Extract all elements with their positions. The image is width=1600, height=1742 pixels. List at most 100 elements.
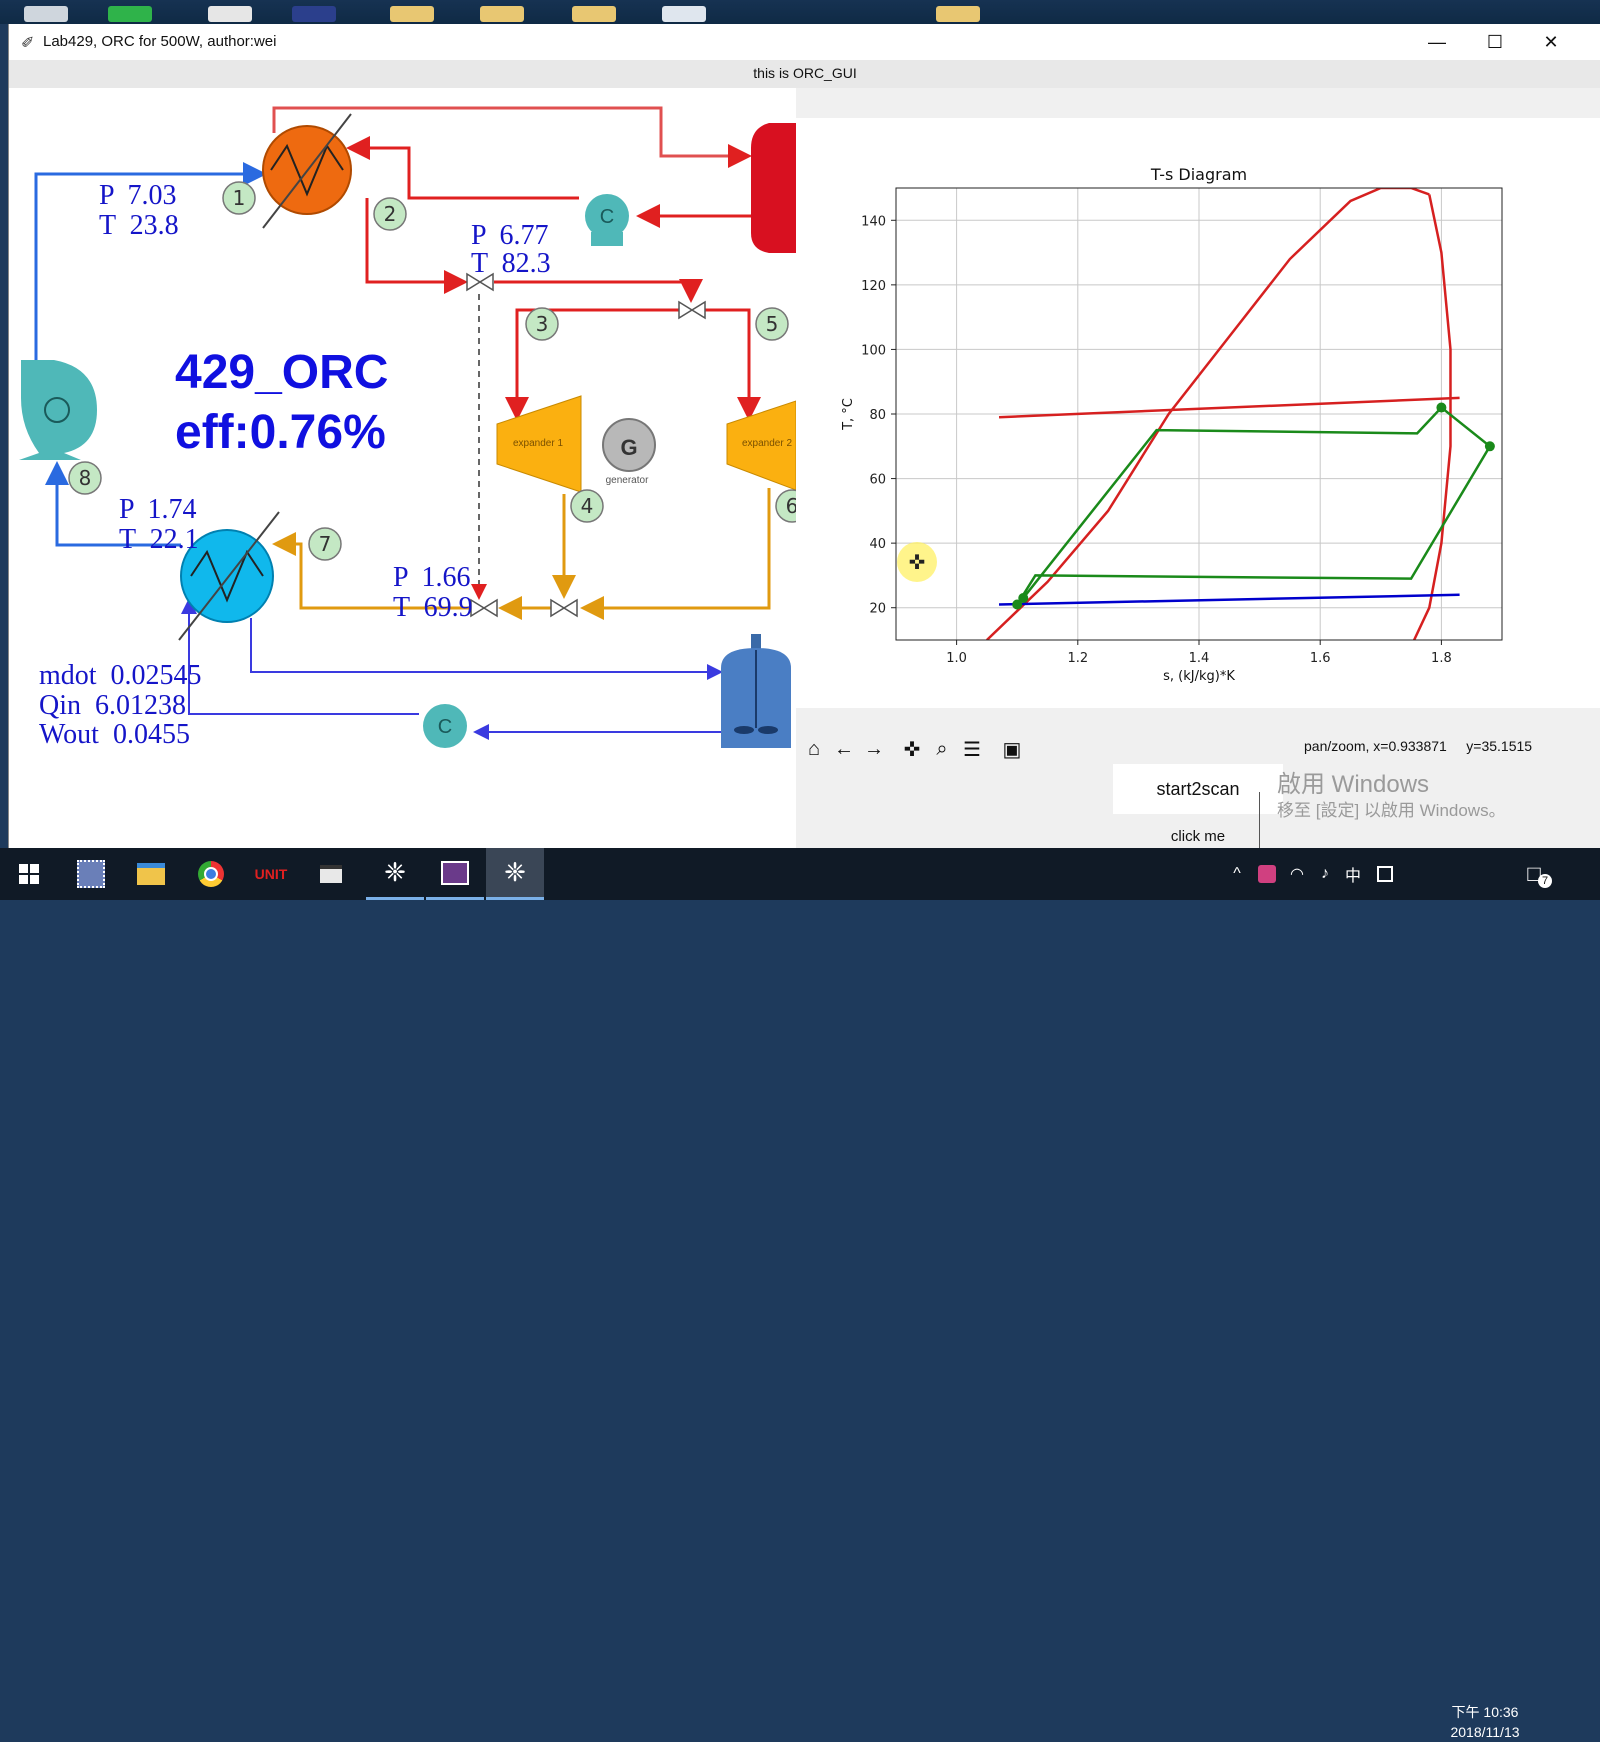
notification-button[interactable]: □ 7 bbox=[1512, 848, 1556, 900]
ime-icon[interactable] bbox=[1372, 848, 1398, 900]
start-button[interactable] bbox=[0, 848, 58, 900]
desktop-folder-icon[interactable] bbox=[936, 6, 980, 22]
valve-icon bbox=[550, 598, 578, 618]
home-icon: ⌂ bbox=[807, 737, 821, 760]
svg-text:expander 1: expander 1 bbox=[513, 438, 563, 449]
click-me-label: click me bbox=[1170, 828, 1226, 845]
expander-2-icon: expander 2 bbox=[726, 400, 797, 491]
app-window: ✐ Lab429, ORC for 500W, author:wei — ☐ ✕… bbox=[8, 24, 1600, 848]
unit-app-icon: UNIT bbox=[254, 866, 288, 882]
tray-app-icon[interactable] bbox=[1254, 848, 1280, 900]
readout-t: T 82.3 bbox=[471, 248, 551, 279]
forward-button[interactable]: → bbox=[859, 734, 889, 764]
taskbar-app[interactable] bbox=[426, 848, 484, 900]
expander-1-icon: expander 1 bbox=[496, 395, 582, 493]
svg-text:generator: generator bbox=[606, 475, 649, 486]
y-tick-label: 100 bbox=[861, 343, 886, 358]
input-method-indicator[interactable]: 中 bbox=[1340, 848, 1366, 900]
ts-diagram-chart: 1.0 1.2 1.4 1.6 1.8 20 40 60 80 100 120 140 T-s Dia… bbox=[841, 165, 1503, 684]
x-tick-label: 1.8 bbox=[1431, 651, 1452, 666]
start2scan-button[interactable]: start2scan bbox=[1113, 764, 1283, 814]
minimize-button[interactable]: — bbox=[1409, 24, 1465, 60]
chart-figure[interactable]: 1.0 1.2 1.4 1.6 1.8 20 40 60 80 100 120 140 T-s Dia… bbox=[796, 118, 1600, 708]
data-point bbox=[1018, 593, 1029, 604]
desktop-shortcut-icon[interactable] bbox=[108, 6, 152, 22]
desktop-shortcut-icon[interactable] bbox=[24, 6, 68, 22]
maximize-button[interactable]: ☐ bbox=[1467, 24, 1523, 60]
back-icon: ← bbox=[834, 737, 854, 760]
configure-button[interactable]: ☰ bbox=[957, 734, 987, 764]
chart-title: T-s Diagram bbox=[1150, 165, 1247, 184]
network-app-icon bbox=[77, 860, 105, 888]
app-feather-icon: ✐ bbox=[21, 35, 35, 52]
node-label: 3 bbox=[536, 312, 549, 336]
taskbar-app[interactable] bbox=[62, 848, 120, 900]
svg-text:expander 2: expander 2 bbox=[742, 438, 792, 449]
taskbar: UNIT ❈ ❈ ^ ◠ ♪ 中 下午 10:36 2018/11/13 □ 7 bbox=[0, 848, 1600, 1740]
node-label: 2 bbox=[384, 202, 397, 226]
toolbar-status: pan/zoom, x=0.933871 y=35.1515 bbox=[1304, 738, 1533, 754]
pan-button[interactable]: ✜ bbox=[897, 734, 927, 764]
title-bar[interactable]: ✐ Lab429, ORC for 500W, author:wei — ☐ ✕ bbox=[9, 24, 1600, 60]
desktop-folder-icon[interactable] bbox=[480, 6, 524, 22]
python-gui-active-icon: ❈ bbox=[504, 857, 526, 887]
taskbar-app[interactable]: UNIT bbox=[242, 848, 300, 900]
taskbar-app[interactable] bbox=[182, 848, 240, 900]
svg-text:C: C bbox=[438, 716, 452, 738]
x-tick-label: 1.2 bbox=[1067, 651, 1088, 666]
data-point bbox=[1436, 402, 1447, 413]
start-icon bbox=[19, 864, 39, 884]
cooling-pump-icon: C bbox=[423, 704, 467, 748]
close-icon: ✕ bbox=[1543, 31, 1559, 52]
desktop-folder-icon[interactable] bbox=[572, 6, 616, 22]
volume-icon[interactable]: ♪ bbox=[1312, 848, 1338, 900]
wifi-icon[interactable]: ◠ bbox=[1284, 848, 1310, 900]
readout-p: P 7.03 bbox=[99, 180, 177, 211]
series-line-4 bbox=[1016, 405, 1492, 606]
tray-chevron[interactable]: ^ bbox=[1226, 848, 1248, 900]
notification-badge: 7 bbox=[1538, 874, 1552, 888]
orc-diagram-canvas[interactable]: C C expander 1 expander 2 G generator 1 … bbox=[9, 88, 809, 848]
readout-t: T 22.1 bbox=[119, 524, 199, 555]
readout-p: P 1.74 bbox=[119, 494, 197, 525]
node-label: 7 bbox=[319, 532, 332, 556]
summary-wout: Wout 0.0455 bbox=[39, 719, 190, 750]
y-tick-label: 140 bbox=[861, 214, 886, 229]
taskbar-app[interactable] bbox=[302, 848, 360, 900]
orc-diagram-svg: C C expander 1 expander 2 G generator 1 … bbox=[19, 106, 809, 750]
summary-qin: Qin 6.01238 bbox=[39, 690, 186, 721]
forward-icon: → bbox=[864, 737, 884, 760]
desktop-folder-icon[interactable] bbox=[390, 6, 434, 22]
home-button[interactable]: ⌂ bbox=[799, 734, 829, 764]
taskbar-app-active[interactable]: ❈ bbox=[486, 848, 544, 900]
heat-source-tank-icon bbox=[751, 123, 796, 253]
valve-icon bbox=[678, 300, 706, 320]
desktop-shortcut-icon[interactable] bbox=[208, 6, 252, 22]
zoom-button[interactable]: ⌕ bbox=[927, 734, 957, 764]
activation-watermark-text: 移至 [設定] 以啟用 Windows。 bbox=[1277, 801, 1506, 820]
desktop-shortcut-icon[interactable] bbox=[662, 6, 706, 22]
x-axis-label: s, (kJ/kg)*K bbox=[1163, 669, 1235, 684]
valve-icon bbox=[470, 598, 498, 618]
taskbar-app[interactable] bbox=[122, 848, 180, 900]
close-button[interactable]: ✕ bbox=[1523, 24, 1579, 60]
x-tick-label: 1.4 bbox=[1189, 651, 1210, 666]
svg-text:G: G bbox=[620, 435, 637, 460]
taskbar-app[interactable]: ❈ bbox=[366, 848, 424, 900]
subtitle-label: this is ORC_GUI bbox=[753, 65, 857, 81]
node-label: 5 bbox=[766, 312, 779, 336]
clock-date: 2018/11/13 bbox=[1450, 1724, 1520, 1740]
clock[interactable]: 下午 10:36 2018/11/13 bbox=[1440, 1702, 1530, 1742]
evaporator-icon bbox=[262, 113, 352, 229]
x-tick-label: 1.0 bbox=[946, 651, 967, 666]
y-tick-label: 60 bbox=[869, 473, 886, 488]
back-button[interactable]: ← bbox=[829, 734, 859, 764]
desktop-shortcut-icon[interactable] bbox=[292, 6, 336, 22]
maximize-icon: ☐ bbox=[1486, 31, 1504, 52]
y-tick-label: 80 bbox=[869, 408, 886, 423]
readout-p: P 6.77 bbox=[471, 220, 549, 251]
data-point bbox=[1484, 441, 1495, 452]
pan-icon: ✜ bbox=[903, 738, 921, 761]
node-label: 1 bbox=[233, 186, 246, 210]
save-button[interactable]: ▣ bbox=[997, 734, 1027, 764]
